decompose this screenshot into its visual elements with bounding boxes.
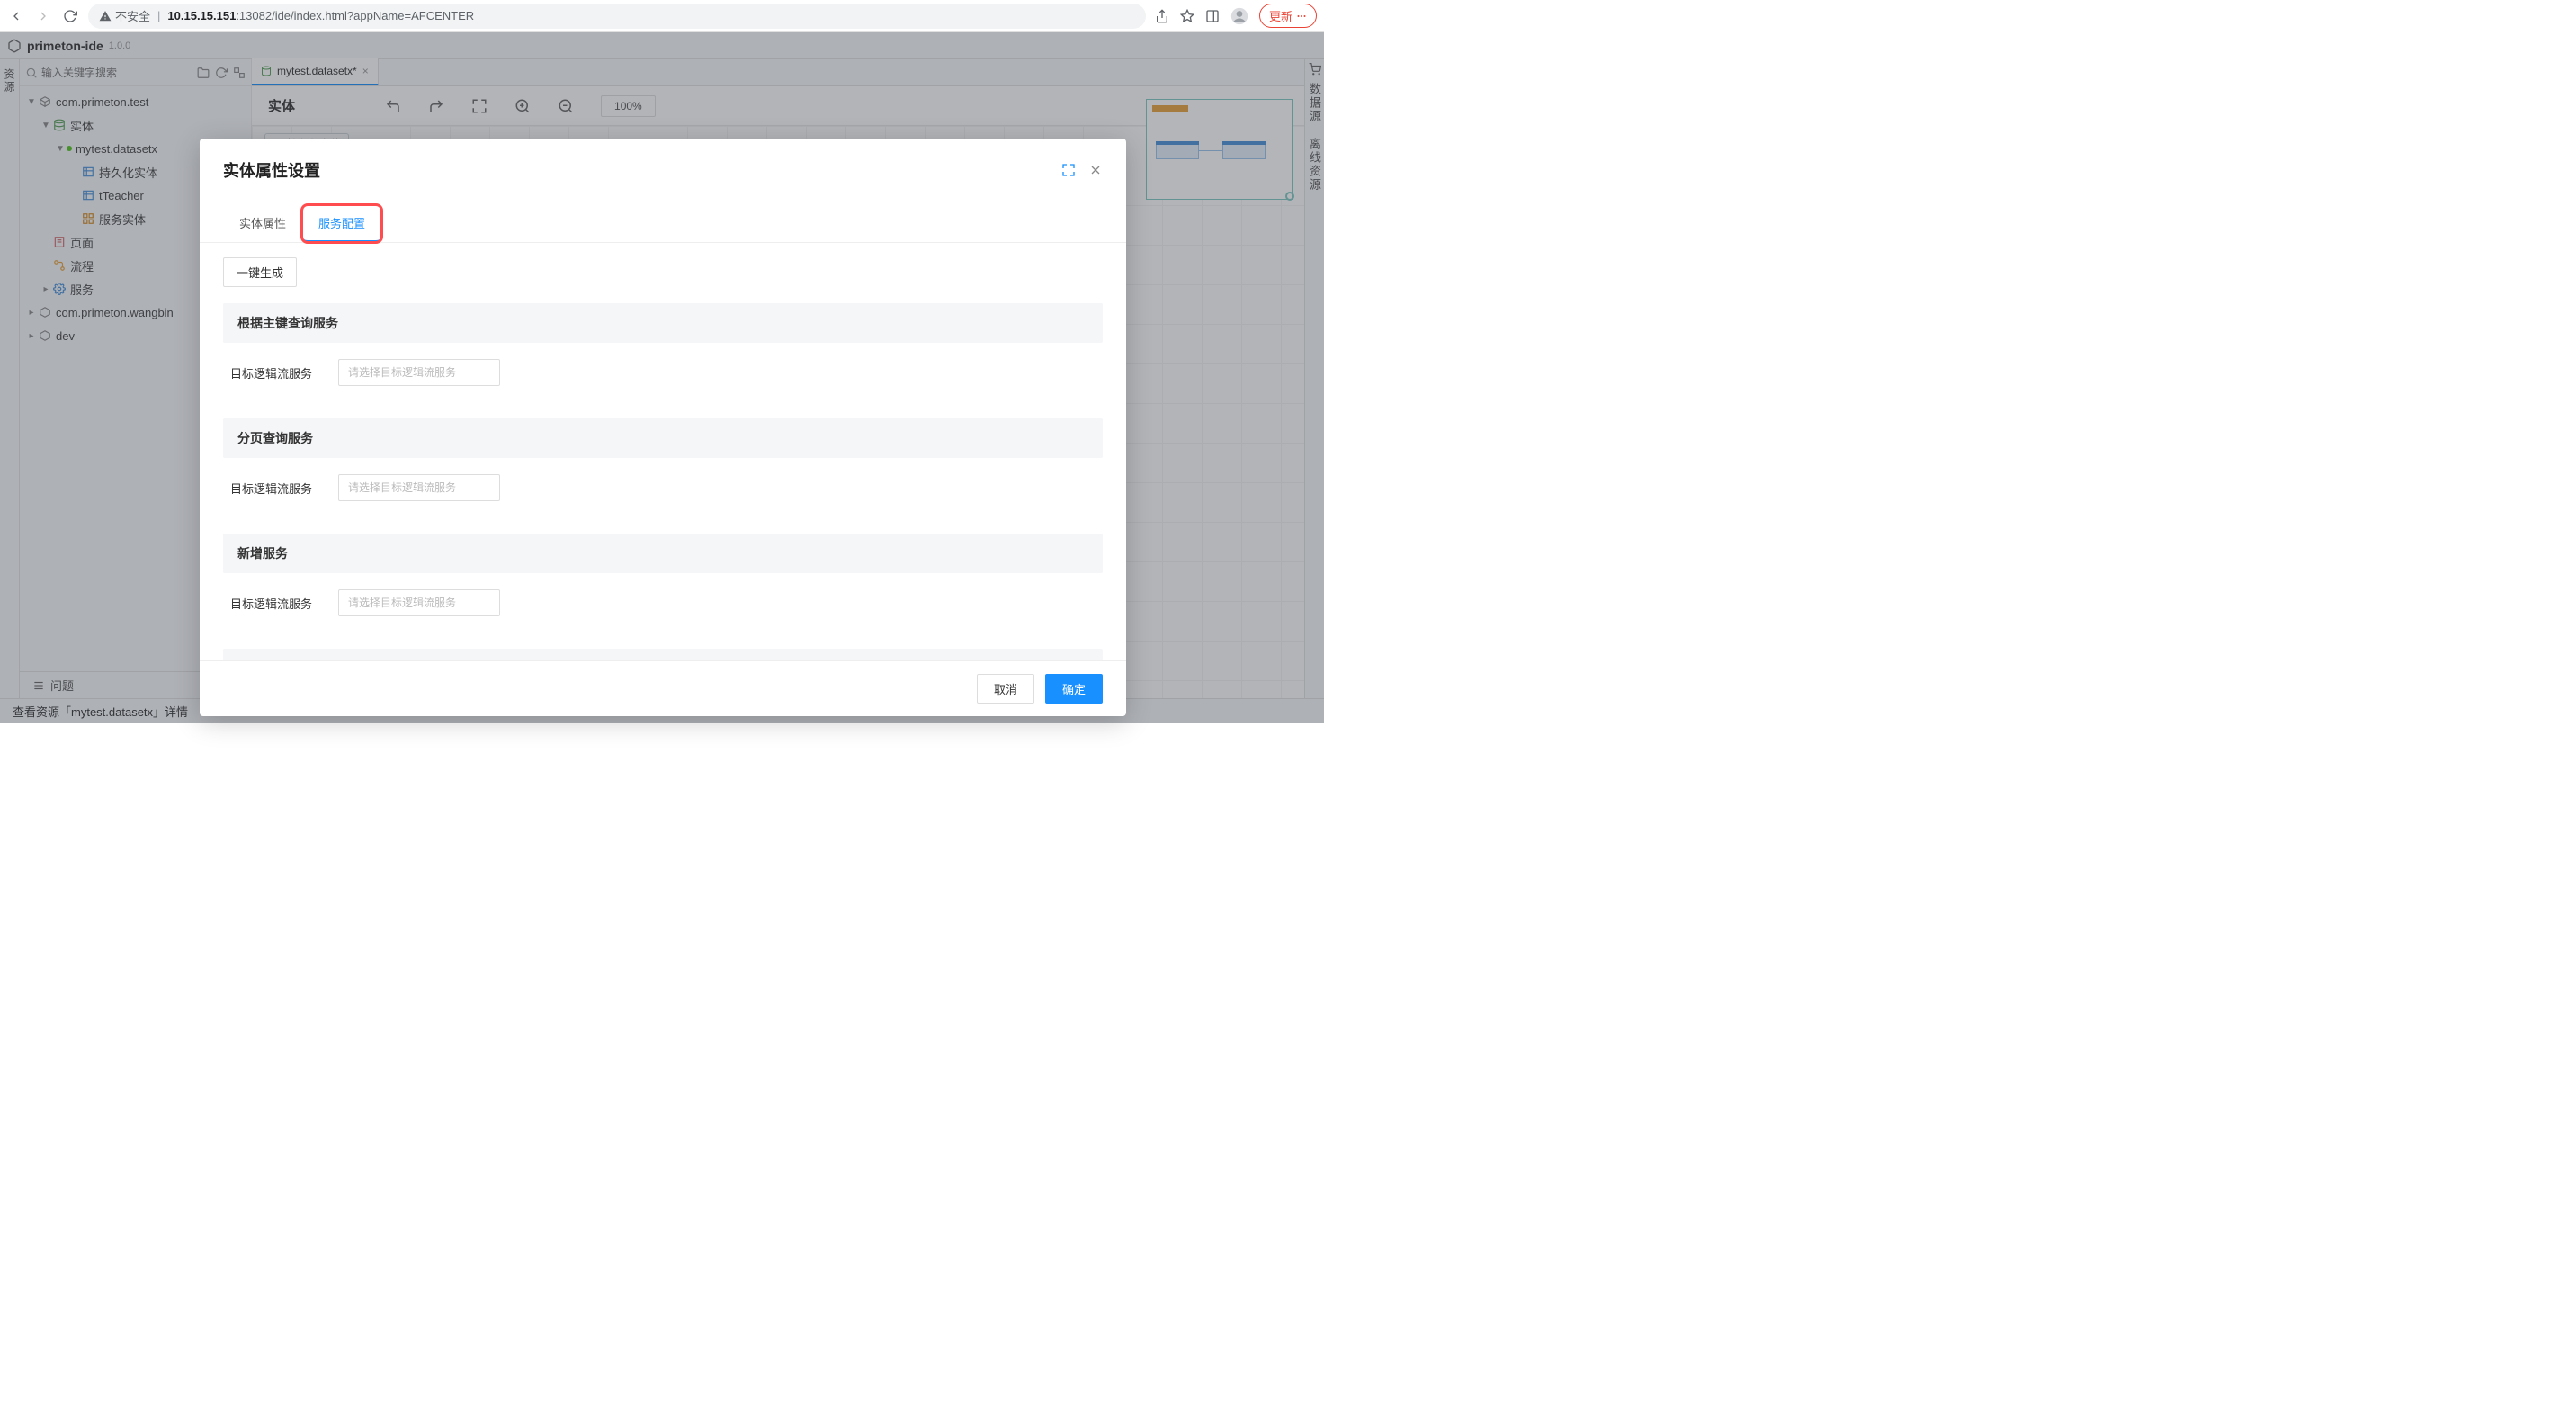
reload-button[interactable] xyxy=(61,7,79,25)
address-bar[interactable]: 不安全 | 10.15.15.151:13082/ide/index.html?… xyxy=(88,4,1146,29)
section-update: 修改服务 xyxy=(223,649,1103,660)
label-target-flow: 目标逻辑流服务 xyxy=(230,364,324,381)
tab-entity-attrs[interactable]: 实体属性 xyxy=(223,205,302,242)
section-paging-query: 分页查询服务 xyxy=(223,418,1103,458)
star-icon[interactable] xyxy=(1180,9,1194,23)
input-target-flow-paging[interactable] xyxy=(338,474,500,501)
update-button[interactable]: 更新 xyxy=(1259,4,1317,28)
modal-title: 实体属性设置 xyxy=(223,158,1049,182)
modal-body: 一键生成 根据主键查询服务 目标逻辑流服务 分页查询服务 目标逻辑流服务 新增服… xyxy=(200,243,1126,660)
ok-button[interactable]: 确定 xyxy=(1045,674,1103,704)
section-add: 新增服务 xyxy=(223,534,1103,573)
entity-settings-modal: 实体属性设置 实体属性 服务配置 一键生成 根据主键查询服务 目标逻辑流服务 分… xyxy=(200,139,1126,716)
label-target-flow: 目标逻辑流服务 xyxy=(230,480,324,497)
input-target-flow-add[interactable] xyxy=(338,589,500,616)
share-icon[interactable] xyxy=(1155,9,1169,23)
expand-icon[interactable] xyxy=(1061,163,1076,177)
browser-toolbar: 不安全 | 10.15.15.151:13082/ide/index.html?… xyxy=(0,0,1324,32)
insecure-text: 不安全 xyxy=(115,7,150,24)
generate-button[interactable]: 一键生成 xyxy=(223,257,297,287)
close-icon[interactable] xyxy=(1088,163,1103,177)
panel-icon[interactable] xyxy=(1205,9,1220,23)
input-target-flow-pk[interactable] xyxy=(338,359,500,386)
cancel-button[interactable]: 取消 xyxy=(977,674,1034,704)
forward-button[interactable] xyxy=(34,7,52,25)
section-pk-query: 根据主键查询服务 xyxy=(223,303,1103,343)
modal-tabs: 实体属性 服务配置 xyxy=(200,205,1126,243)
insecure-badge: 不安全 xyxy=(99,7,150,24)
profile-icon[interactable] xyxy=(1230,7,1248,25)
back-button[interactable] xyxy=(7,7,25,25)
tab-service-config[interactable]: 服务配置 xyxy=(302,205,381,242)
url-text: 10.15.15.151:13082/ide/index.html?appNam… xyxy=(167,9,474,22)
label-target-flow: 目标逻辑流服务 xyxy=(230,595,324,612)
modal-footer: 取消 确定 xyxy=(200,660,1126,716)
